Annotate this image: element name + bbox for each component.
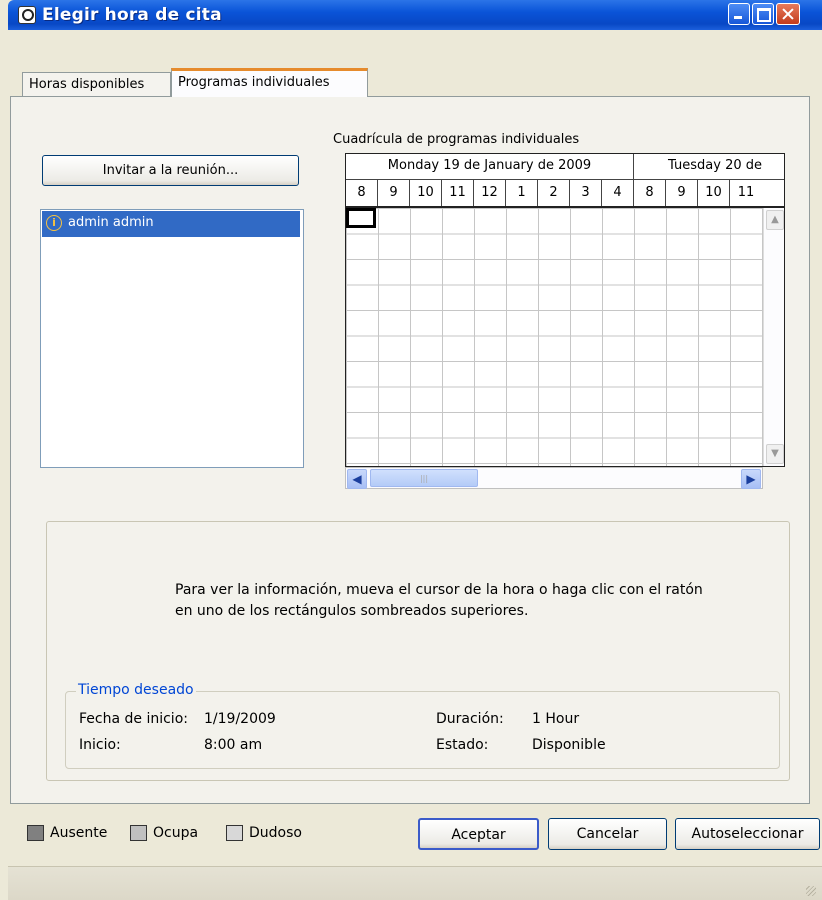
hour-label: 8 <box>634 179 666 206</box>
hour-label: 3 <box>570 179 602 206</box>
hour-label: 2 <box>538 179 570 206</box>
legend-label-busy: Ocupa <box>153 825 199 841</box>
scroll-left-icon[interactable]: ◀ <box>347 469 367 489</box>
day-header: Monday 19 de January de 2009 <box>346 154 634 179</box>
start-value: 8:00 am <box>204 737 263 753</box>
attendee-name: admin admin <box>68 215 154 230</box>
hour-label: 11 <box>442 179 474 206</box>
resize-grip-icon[interactable] <box>806 886 816 896</box>
list-item[interactable]: i admin admin <box>42 211 300 237</box>
horizontal-scrollbar[interactable]: ◀ ||| ▶ <box>345 467 763 489</box>
start-date-label: Fecha de inicio: <box>79 711 188 727</box>
maximize-button[interactable] <box>752 3 774 25</box>
window-title: Elegir hora de cita <box>42 5 222 25</box>
legend-swatch-busy <box>130 825 147 841</box>
selected-cell[interactable] <box>346 208 376 228</box>
invite-button-label: Invitar a la reunión... <box>102 163 239 178</box>
desired-time-group: Tiempo deseado Fecha de inicio: 1/19/200… <box>65 682 780 769</box>
hour-label: 8 <box>346 179 378 206</box>
hour-label: 12 <box>474 179 506 206</box>
tab-programas-individuales[interactable]: Programas individuales <box>171 68 368 97</box>
info-icon: i <box>46 215 62 231</box>
status-label: Estado: <box>436 737 489 753</box>
schedule-grid[interactable]: Monday 19 de January de 2009 Tuesday 20 … <box>345 153 785 467</box>
hour-label: 4 <box>602 179 634 206</box>
scroll-thumb[interactable]: ||| <box>370 469 478 487</box>
legend-label-tentative: Dudoso <box>249 825 302 841</box>
close-button[interactable] <box>776 3 800 25</box>
info-message-line1: Para ver la información, mueva el cursor… <box>175 582 703 598</box>
legend-swatch-absent <box>27 825 44 841</box>
scroll-right-icon[interactable]: ▶ <box>741 469 761 489</box>
day-header-row: Monday 19 de January de 2009 Tuesday 20 … <box>346 154 784 180</box>
hour-label: 10 <box>410 179 442 206</box>
hour-label: 9 <box>666 179 698 206</box>
status-bar <box>8 866 822 900</box>
duration-value: 1 Hour <box>532 711 580 727</box>
cancel-button[interactable]: Cancelar <box>548 818 667 850</box>
start-label: Inicio: <box>79 737 121 753</box>
minimize-button[interactable] <box>728 3 750 25</box>
legend-label-absent: Ausente <box>50 825 108 841</box>
attendee-list[interactable]: i admin admin <box>40 209 304 468</box>
ok-button[interactable]: Aceptar <box>418 818 539 850</box>
grid-caption: Cuadrícula de programas individuales <box>333 132 580 147</box>
legend-swatch-tentative <box>226 825 243 841</box>
info-message-line2: en uno de los rectángulos sombreados sup… <box>175 603 529 619</box>
tab-horas-disponibles[interactable]: Horas disponibles <box>22 72 171 96</box>
info-panel: Para ver la información, mueva el cursor… <box>46 521 790 781</box>
invite-button[interactable]: Invitar a la reunión... <box>42 155 299 186</box>
hour-header-row: 8 9 10 11 12 1 2 3 4 8 9 10 11 <box>346 179 784 208</box>
start-date-value: 1/19/2009 <box>204 711 276 727</box>
day-header: Tuesday 20 de <box>668 158 762 173</box>
scroll-down-icon[interactable]: ▼ <box>766 444 784 464</box>
hour-label: 11 <box>737 185 755 200</box>
auto-select-button[interactable]: Autoseleccionar <box>675 818 820 850</box>
hour-label: 1 <box>506 179 538 206</box>
app-icon <box>18 6 36 24</box>
duration-label: Duración: <box>436 711 504 727</box>
title-bar: Elegir hora de cita <box>8 0 822 30</box>
hour-label: 10 <box>698 179 730 206</box>
vertical-scrollbar[interactable]: ▲ ▼ <box>763 208 784 466</box>
hour-label: 9 <box>378 179 410 206</box>
scroll-up-icon[interactable]: ▲ <box>766 210 784 230</box>
grid-cells[interactable] <box>346 208 764 466</box>
info-message: Para ver la información, mueva el cursor… <box>175 580 765 622</box>
status-value: Disponible <box>532 737 606 753</box>
desired-time-legend: Tiempo deseado <box>76 682 196 698</box>
